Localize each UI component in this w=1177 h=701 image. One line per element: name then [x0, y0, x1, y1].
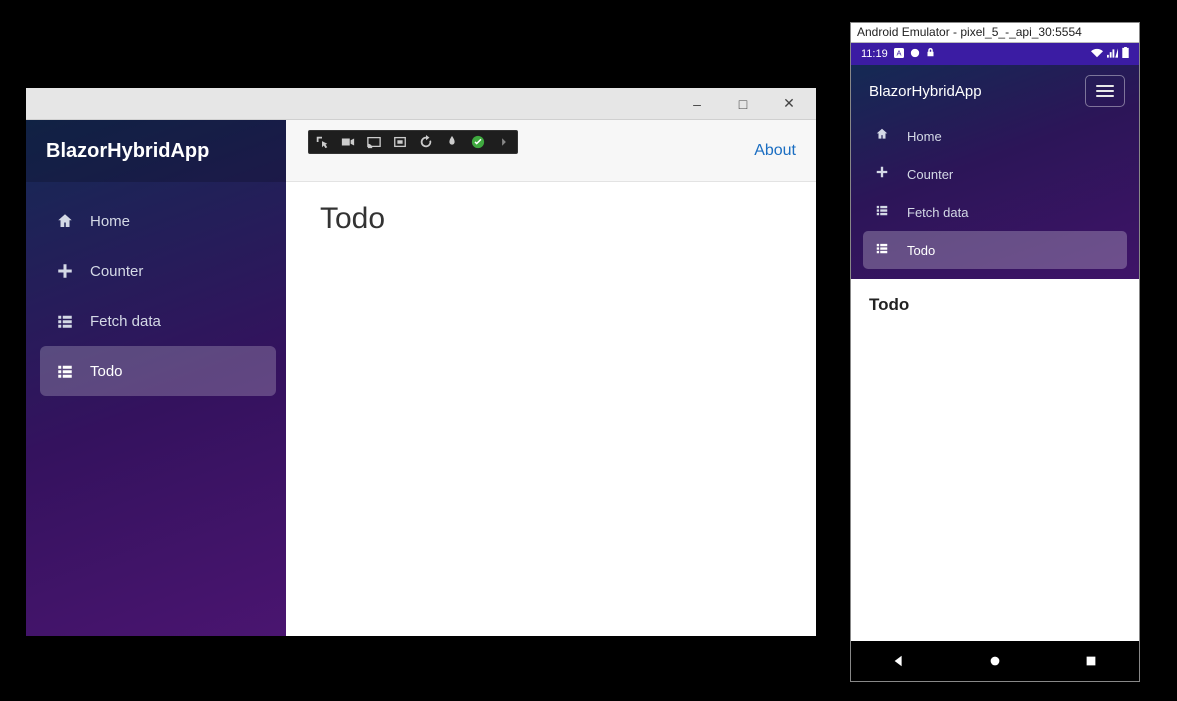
home-icon — [875, 127, 893, 145]
page-heading: Todo — [320, 202, 782, 236]
emulator-page-heading: Todo — [869, 295, 1121, 315]
debug-chevron-right-icon[interactable] — [495, 134, 513, 150]
plus-icon — [56, 262, 74, 280]
sidebar-item-label: Counter — [90, 263, 143, 280]
sidebar-item-counter[interactable]: Counter — [40, 246, 276, 296]
emu-nav-item-counter[interactable]: Counter — [863, 155, 1127, 193]
desktop-body: BlazorHybridApp Home Counter — [26, 120, 816, 636]
topbar: About — [286, 120, 816, 182]
emulator-window-title: Android Emulator - pixel_5_-_api_30:5554 — [851, 23, 1139, 43]
emulator-app: BlazorHybridApp Home — [851, 65, 1139, 681]
sidebar-item-todo[interactable]: Todo — [40, 346, 276, 396]
list-icon — [56, 362, 74, 380]
debug-refresh-icon[interactable] — [417, 134, 435, 150]
emulator-app-brand: BlazorHybridApp — [869, 83, 982, 100]
emulator-page-content: Todo — [851, 279, 1139, 641]
emu-nav-item-label: Home — [907, 129, 942, 144]
android-recent-button[interactable] — [1082, 652, 1100, 670]
wifi-icon — [1091, 48, 1103, 61]
home-icon — [56, 212, 74, 230]
emulator-header: BlazorHybridApp Home — [851, 65, 1139, 279]
statusbar-lock-icon — [926, 48, 935, 60]
sidebar-item-label: Home — [90, 213, 130, 230]
battery-icon — [1122, 47, 1129, 61]
debug-toolbar — [308, 130, 518, 154]
debug-camera-icon[interactable] — [339, 134, 357, 150]
emu-nav-item-todo[interactable]: Todo — [863, 231, 1127, 269]
emu-nav-item-label: Counter — [907, 167, 953, 182]
window-minimize-button[interactable]: – — [674, 90, 720, 118]
statusbar-app-icon: A — [894, 48, 904, 61]
window-titlebar: – □ ✕ — [26, 88, 816, 120]
sidebar-nav: Home Counter Fetch data — [26, 182, 286, 396]
desktop-window: – □ ✕ BlazorHybridApp Home Counter — [26, 88, 816, 636]
android-statusbar: 11:19 A — [851, 43, 1139, 65]
emu-nav-item-label: Todo — [907, 243, 935, 258]
list-icon — [56, 312, 74, 330]
debug-status-ok-icon[interactable] — [469, 134, 487, 150]
page-content: Todo — [286, 182, 816, 256]
emulator-screen: 11:19 A — [851, 43, 1139, 681]
emu-nav-item-fetchdata[interactable]: Fetch data — [863, 193, 1127, 231]
android-back-button[interactable] — [890, 652, 908, 670]
list-icon — [875, 203, 893, 221]
sidebar-item-home[interactable]: Home — [40, 196, 276, 246]
emu-nav-item-label: Fetch data — [907, 205, 968, 220]
hamburger-icon — [1096, 85, 1114, 97]
android-emulator-window: Android Emulator - pixel_5_-_api_30:5554… — [850, 22, 1140, 682]
debug-rect-icon[interactable] — [391, 134, 409, 150]
signal-icon — [1107, 48, 1118, 61]
plus-icon — [875, 165, 893, 183]
hamburger-menu-button[interactable] — [1085, 75, 1125, 107]
window-close-button[interactable]: ✕ — [766, 90, 812, 118]
android-system-navbar — [851, 641, 1139, 681]
sidebar: BlazorHybridApp Home Counter — [26, 120, 286, 636]
app-brand: BlazorHybridApp — [26, 120, 286, 182]
android-home-button[interactable] — [986, 652, 1004, 670]
emulator-sidebar-nav: Home Counter Fetch data — [851, 113, 1139, 269]
sidebar-item-fetchdata[interactable]: Fetch data — [40, 296, 276, 346]
main-area: About Todo — [286, 120, 816, 636]
sidebar-item-label: Fetch data — [90, 313, 161, 330]
debug-hotreload-icon[interactable] — [443, 134, 461, 150]
sidebar-item-label: Todo — [90, 363, 123, 380]
statusbar-time: 11:19 — [861, 48, 888, 60]
list-icon — [875, 241, 893, 259]
svg-text:A: A — [896, 48, 901, 57]
debug-screencast-icon[interactable] — [365, 134, 383, 150]
debug-select-element-icon[interactable] — [313, 134, 331, 150]
about-link[interactable]: About — [754, 142, 796, 160]
statusbar-debug-icon — [910, 48, 920, 61]
emu-nav-item-home[interactable]: Home — [863, 117, 1127, 155]
window-maximize-button[interactable]: □ — [720, 90, 766, 118]
